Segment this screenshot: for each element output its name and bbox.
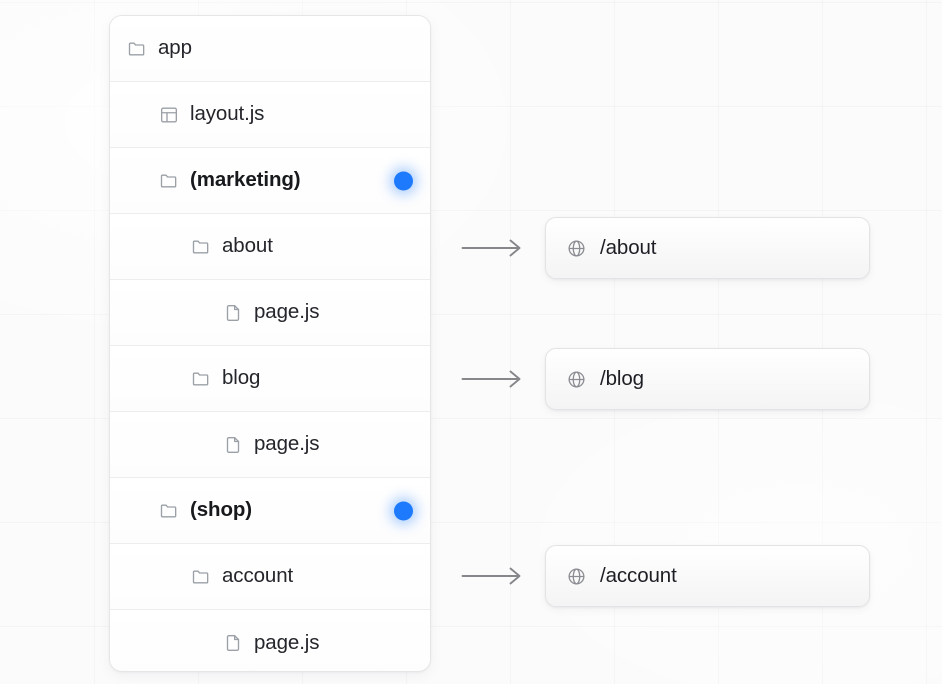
route-box[interactable]: /about	[545, 217, 870, 279]
tree-row-label: (shop)	[190, 498, 253, 522]
tree-row-label: page.js	[254, 300, 320, 324]
file-icon	[223, 633, 243, 653]
arrow-to-blog	[461, 369, 525, 389]
tree-row-content: (marketing)	[159, 170, 301, 191]
tree-row-label: app	[158, 36, 192, 60]
tree-row[interactable]: about	[110, 214, 430, 280]
tree-row-content: (shop)	[159, 500, 252, 521]
folder-icon	[191, 369, 211, 389]
tree-row-label: account	[222, 564, 294, 588]
tree-row[interactable]: blog	[110, 346, 430, 412]
folder-icon	[159, 171, 179, 191]
route-path-label: /blog	[600, 366, 644, 390]
tree-row-label: page.js	[254, 630, 320, 654]
tree-row-content: app	[127, 38, 192, 59]
route-box[interactable]: /blog	[545, 348, 870, 410]
tree-row[interactable]: page.js	[110, 280, 430, 346]
tree-row-label: layout.js	[190, 102, 265, 126]
globe-icon	[566, 369, 587, 390]
tree-row[interactable]: (shop)	[110, 478, 430, 544]
tree-row-content: layout.js	[159, 104, 264, 125]
tree-row-content: account	[191, 566, 293, 587]
route-path-label: /account	[600, 563, 677, 587]
file-icon	[223, 303, 243, 323]
arrow-to-about	[461, 238, 525, 258]
route-box[interactable]: /account	[545, 545, 870, 607]
globe-icon	[566, 566, 587, 587]
tree-row[interactable]: app	[110, 16, 430, 82]
tree-row-content: page.js	[223, 300, 320, 324]
tree-row-label: blog	[222, 366, 261, 390]
file-icon	[223, 435, 243, 455]
tree-row[interactable]: (marketing)	[110, 148, 430, 214]
file-tree-panel: app layout.js (marketing) about page.js blog p…	[109, 15, 431, 672]
folder-icon	[127, 39, 147, 59]
tree-row-label: (marketing)	[190, 168, 301, 192]
folder-icon	[159, 501, 179, 521]
route-group-status-dot	[394, 501, 413, 520]
tree-row[interactable]: account	[110, 544, 430, 610]
tree-row-content: blog	[191, 368, 260, 389]
tree-row-content: page.js	[223, 432, 320, 456]
tree-row[interactable]: page.js	[110, 412, 430, 478]
route-path-label: /about	[600, 235, 657, 259]
tree-row-content: page.js	[223, 630, 320, 654]
folder-icon	[191, 567, 211, 587]
globe-icon	[566, 238, 587, 259]
arrow-to-account	[461, 566, 525, 586]
tree-row[interactable]: page.js	[110, 610, 430, 671]
tree-row-label: about	[222, 234, 273, 258]
tree-row[interactable]: layout.js	[110, 82, 430, 148]
route-group-status-dot	[394, 171, 413, 190]
tree-row-label: page.js	[254, 432, 320, 456]
folder-icon	[191, 237, 211, 257]
layout-icon	[159, 105, 179, 125]
tree-row-content: about	[191, 236, 273, 257]
